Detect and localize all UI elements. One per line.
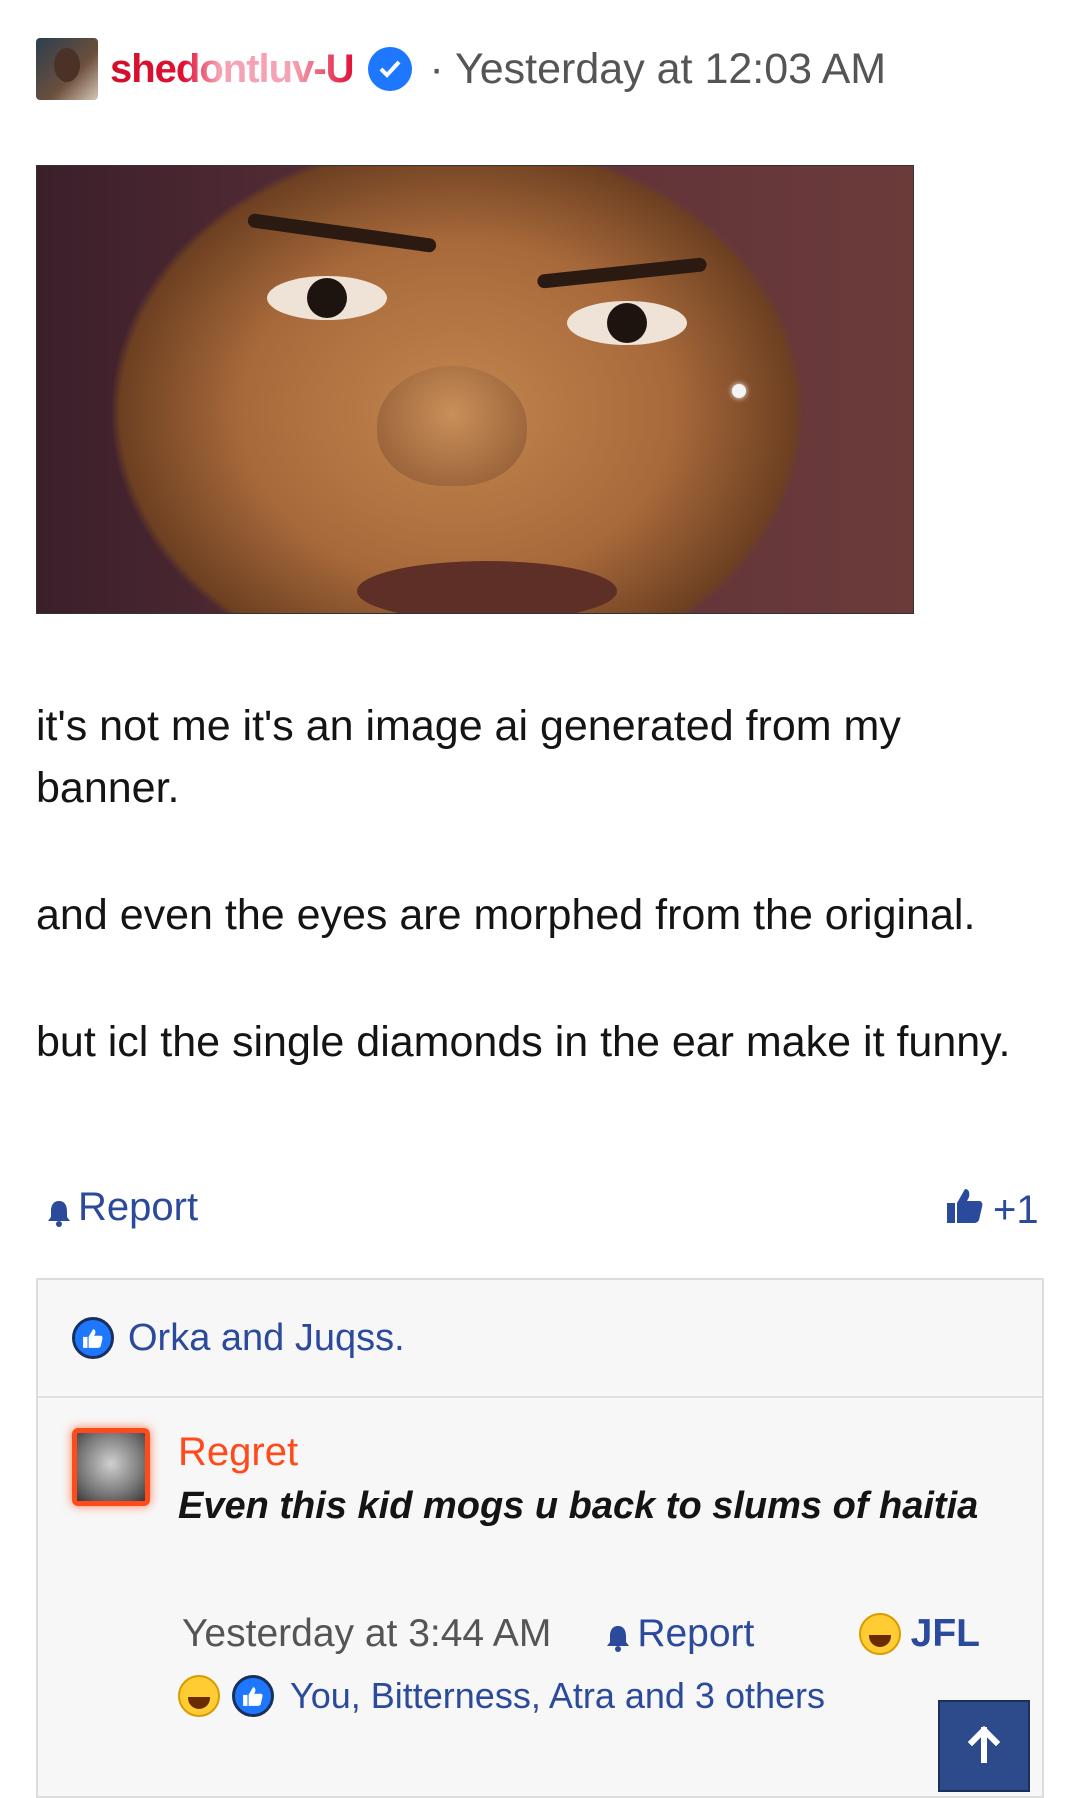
report-comment-button[interactable]: Report: [603, 1612, 754, 1656]
post-paragraph: and even the eyes are morphed from the o…: [36, 891, 976, 939]
comment-timestamp[interactable]: Yesterday at 3:44 AM: [182, 1612, 551, 1656]
author-avatar[interactable]: [36, 38, 98, 100]
author-username[interactable]: shedontluv-U: [110, 47, 355, 92]
reactions-section: Orka and Juqss. Regret Even this kid mog…: [36, 1278, 1044, 1798]
post-paragraph: it's not me it's an image ai generated f…: [36, 702, 901, 812]
post-body: it's not me it's an image ai generated f…: [36, 695, 1016, 1138]
like-count: +1: [993, 1187, 1039, 1232]
post-reactions-summary: Orka and Juqss.: [128, 1316, 405, 1359]
comment-author-name[interactable]: Regret: [178, 1430, 298, 1475]
jfl-reaction-button[interactable]: JFL: [858, 1612, 980, 1656]
image-earring: [732, 384, 746, 398]
jfl-label: JFL: [910, 1612, 980, 1655]
arrow-up-icon: [964, 1724, 1004, 1769]
comment-reactions-summary: You, Bitterness, Atra and 3 others: [290, 1675, 826, 1716]
laughing-emoji-icon: [858, 1613, 901, 1655]
scroll-to-top-button[interactable]: [938, 1700, 1030, 1792]
comment-meta: Yesterday at 3:44 AM Report JFL: [182, 1612, 1012, 1656]
image-right-eyebrow: [536, 257, 708, 289]
bell-icon: [44, 1193, 74, 1227]
bell-icon: [603, 1619, 633, 1652]
thumbs-up-icon: [232, 1675, 274, 1717]
thumbs-up-icon: [945, 1185, 985, 1235]
laughing-emoji-icon: [178, 1675, 220, 1717]
report-label: Report: [78, 1185, 199, 1229]
like-button[interactable]: +1: [945, 1185, 1039, 1235]
report-post-button[interactable]: Report: [44, 1185, 198, 1230]
verified-badge-icon: [367, 47, 412, 91]
comment-text: Even this kid mogs u back to slums of ha…: [178, 1485, 979, 1527]
image-left-eye: [267, 276, 387, 320]
post-timestamp[interactable]: · Yesterday at 12:03 AM: [430, 45, 887, 94]
comment-author-avatar[interactable]: [72, 1428, 150, 1506]
post-reactions-bar[interactable]: Orka and Juqss.: [38, 1280, 1042, 1398]
image-mouth: [357, 561, 617, 613]
post-paragraph: but icl the single diamonds in the ear m…: [36, 1018, 1011, 1066]
image-right-eye: [567, 301, 687, 345]
image-left-eyebrow: [246, 212, 438, 254]
report-label: Report: [637, 1612, 755, 1655]
post-image[interactable]: [36, 165, 914, 614]
thumbs-up-icon: [72, 1317, 114, 1359]
image-nose: [377, 366, 527, 486]
post-header: shedontluv-U · Yesterday at 12:03 AM: [36, 36, 886, 102]
comment-reactions-bar[interactable]: You, Bitterness, Atra and 3 others: [178, 1675, 825, 1717]
